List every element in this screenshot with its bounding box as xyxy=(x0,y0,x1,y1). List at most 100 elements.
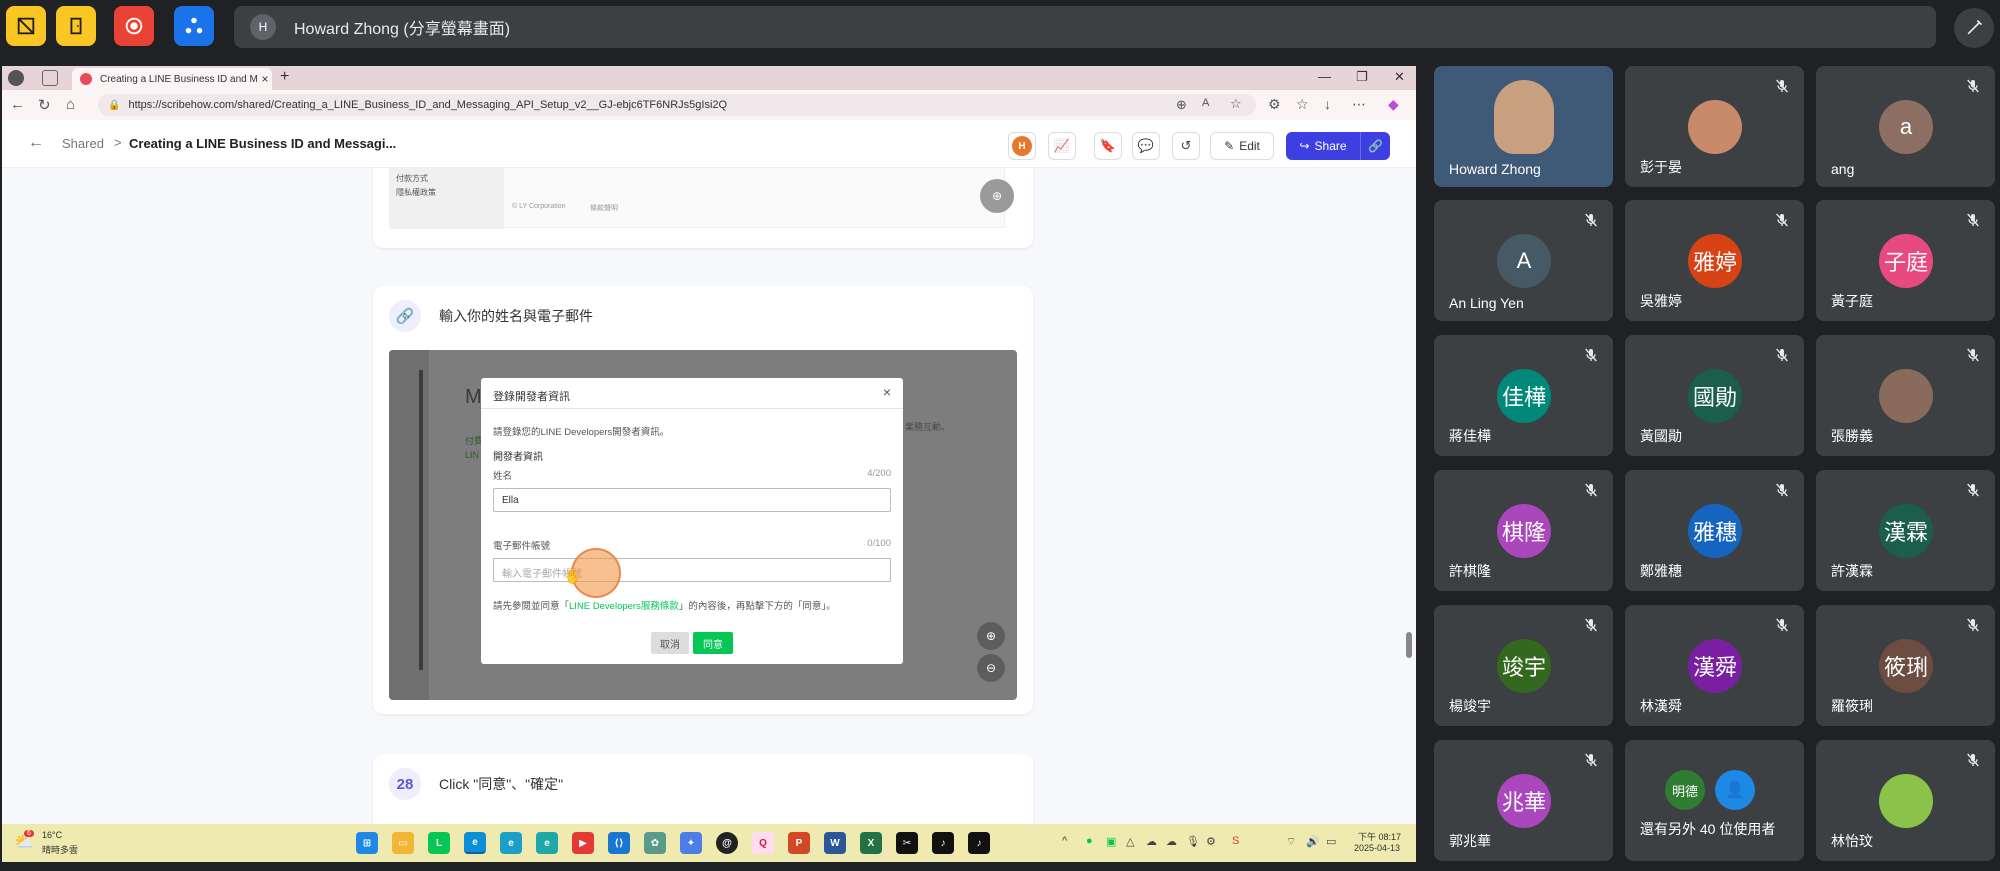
edge-beta-icon[interactable]: e xyxy=(500,832,522,854)
browser-back-icon[interactable]: ← xyxy=(10,96,25,113)
tab-scribehow[interactable]: Creating a LINE Business ID and M × xyxy=(72,68,272,90)
tab-close-icon[interactable]: × xyxy=(258,72,272,86)
terms-link[interactable]: LINE Developers服務條款 xyxy=(569,601,679,612)
participant-tile[interactable]: 漢舜 林漢舜 xyxy=(1625,605,1804,726)
tray-app-icon[interactable]: ▣ xyxy=(1106,835,1116,848)
vscode-icon[interactable]: ⟨⟩ xyxy=(608,832,630,854)
powerpoint-icon[interactable]: P xyxy=(788,832,810,854)
tiktok-icon[interactable]: ♪ xyxy=(932,832,954,854)
tray-drive-icon[interactable]: △ xyxy=(1126,835,1134,848)
page-title: Creating a LINE Business ID and Messagi.… xyxy=(129,136,397,151)
youtube-music-icon[interactable]: ▶ xyxy=(572,832,594,854)
copilot-icon[interactable]: ◆ xyxy=(1388,96,1399,113)
downloads-icon[interactable]: ↓ xyxy=(1324,96,1331,112)
threads-icon[interactable]: @ xyxy=(716,832,738,854)
participant-tile[interactable]: 張勝義 xyxy=(1816,335,1995,456)
participant-tile[interactable]: Howard Zhong xyxy=(1434,66,1613,187)
chatgpt-icon[interactable]: ✿ xyxy=(644,832,666,854)
more-menu-icon[interactable]: ⋯ xyxy=(1352,96,1366,113)
weather-widget[interactable]: ⛅ 6 xyxy=(14,830,36,854)
tray-chevron-icon[interactable]: ^ xyxy=(1062,835,1067,847)
participant-tile[interactable]: 子庭 黃子庭 xyxy=(1816,200,1995,321)
profile-icon[interactable] xyxy=(8,70,24,86)
tray-onedrive-icon[interactable]: ☁ xyxy=(1166,835,1177,848)
restore-icon[interactable]: ❐ xyxy=(1356,69,1368,85)
wifi-icon[interactable]: ⌔ xyxy=(1286,835,1296,849)
window-close-icon[interactable]: ✕ xyxy=(1394,69,1405,85)
avatar: a xyxy=(1879,100,1933,154)
participant-tile[interactable]: a ang xyxy=(1816,66,1995,187)
participant-tile[interactable]: A An Ling Yen xyxy=(1434,200,1613,321)
tray-settings-icon[interactable]: ⚙ xyxy=(1206,835,1216,848)
zoom-in-icon[interactable]: ⊕ xyxy=(977,622,1005,650)
tray-mic-icon[interactable]: 🎙 xyxy=(1186,835,1200,848)
favorite-star-icon[interactable]: ☆ xyxy=(1230,96,1242,112)
comment-button[interactable]: 💬 xyxy=(1132,132,1160,160)
analytics-button[interactable]: 📈 xyxy=(1048,132,1076,160)
capcut-icon[interactable]: ✂ xyxy=(896,832,918,854)
dialog-close-icon[interactable]: × xyxy=(883,384,891,400)
tab-actions-icon[interactable] xyxy=(42,70,58,86)
participant-tile[interactable]: 雅穗 鄭雅穗 xyxy=(1625,470,1804,591)
battery-icon[interactable]: ▭ xyxy=(1326,835,1336,848)
annotate-pen-button[interactable] xyxy=(1954,8,1994,48)
back-arrow-icon[interactable]: ← xyxy=(28,134,44,152)
tiktok-studio-icon[interactable]: ♪ xyxy=(968,832,990,854)
participant-tile[interactable]: 佳樺 蔣佳樺 xyxy=(1434,335,1613,456)
bookmark-button[interactable]: 🔖 xyxy=(1094,132,1122,160)
line-app-icon[interactable]: L xyxy=(428,832,450,854)
page-scrollbar[interactable] xyxy=(1404,168,1414,848)
clock-time[interactable]: 下午 08:17 xyxy=(1358,830,1401,843)
new-tab-icon[interactable]: + xyxy=(280,68,289,86)
home-icon[interactable]: ⌂ xyxy=(66,96,75,113)
email-field[interactable]: 輸入電子郵件帳號 xyxy=(493,558,891,582)
record-icon[interactable] xyxy=(114,6,154,46)
word-icon[interactable]: W xyxy=(824,832,846,854)
agree-button[interactable]: 同意 xyxy=(693,632,733,654)
zoom-icon[interactable]: ⊕ xyxy=(1176,97,1187,113)
start-windows-icon[interactable]: ⊞ xyxy=(356,832,378,854)
gemini-icon[interactable]: ✦ xyxy=(680,832,702,854)
reload-icon[interactable]: ↻ xyxy=(38,96,51,114)
scroll-thumb[interactable] xyxy=(1406,632,1412,658)
participant-tile[interactable]: 棋隆 許棋隆 xyxy=(1434,470,1613,591)
participant-tile[interactable]: 國勛 黃國勛 xyxy=(1625,335,1804,456)
url-bar[interactable]: 🔒 https://scribehow.com/shared/Creating_… xyxy=(98,94,1256,116)
participant-tile[interactable]: 彭于晏 xyxy=(1625,66,1804,187)
minimize-icon[interactable]: — xyxy=(1318,69,1331,84)
edit-button[interactable]: ✎ Edit xyxy=(1210,132,1274,160)
layout-icon[interactable] xyxy=(6,6,46,46)
scribe-app-icon[interactable]: Q xyxy=(752,832,774,854)
tray-line-icon[interactable]: ● xyxy=(1086,835,1093,847)
read-aloud-icon[interactable]: A xyxy=(1202,97,1209,109)
tray-cloud-icon[interactable]: ☁ xyxy=(1146,835,1157,848)
participant-tile[interactable]: 👤 明德 還有另外 40 位使用者 xyxy=(1625,740,1804,861)
excel-icon[interactable]: X xyxy=(860,832,882,854)
clock-date[interactable]: 2025-04-13 xyxy=(1354,843,1400,853)
participant-tile[interactable]: 雅婷 吳雅婷 xyxy=(1625,200,1804,321)
file-explorer-icon[interactable]: ▭ xyxy=(392,832,414,854)
people-network-icon[interactable] xyxy=(174,6,214,46)
user-avatar-button[interactable]: H xyxy=(1008,132,1036,160)
volume-icon[interactable]: 🔊 xyxy=(1306,835,1320,848)
participant-tile[interactable]: 林怡玟 xyxy=(1816,740,1995,861)
favorites-icon[interactable]: ☆ xyxy=(1296,96,1309,113)
tray-red-app-icon[interactable]: S xyxy=(1232,835,1239,847)
avatar: 竣宇 xyxy=(1497,639,1551,693)
door-icon[interactable] xyxy=(56,6,96,46)
edge-icon[interactable]: e xyxy=(464,832,486,854)
prev-zoom-icon[interactable]: ⊕ xyxy=(980,179,1014,213)
history-button[interactable]: ↺ xyxy=(1172,132,1200,160)
participant-tile[interactable]: 筱琍 羅筱琍 xyxy=(1816,605,1995,726)
edge-dev-icon[interactable]: e xyxy=(536,832,558,854)
name-field[interactable]: Ella xyxy=(493,488,891,512)
participant-tile[interactable]: 兆華 郭兆華 xyxy=(1434,740,1613,861)
participant-tile[interactable]: 漢霖 許漢霖 xyxy=(1816,470,1995,591)
share-button[interactable]: ↪ Share 🔗 xyxy=(1286,132,1390,160)
cancel-button[interactable]: 取消 xyxy=(651,632,689,654)
extensions-icon[interactable]: ⚙ xyxy=(1268,96,1281,113)
copy-link-icon[interactable]: 🔗 xyxy=(1360,132,1390,160)
zoom-out-icon[interactable]: ⊖ xyxy=(977,654,1005,682)
participant-tile[interactable]: 竣宇 楊竣宇 xyxy=(1434,605,1613,726)
breadcrumb-shared[interactable]: Shared xyxy=(62,136,104,151)
